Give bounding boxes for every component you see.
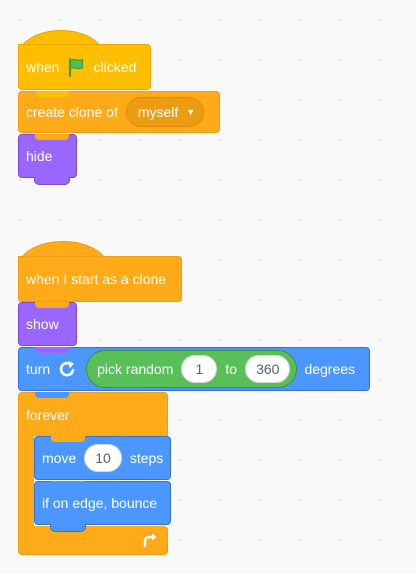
random-to-label: to [225,361,238,377]
clicked-label: clicked [93,59,137,75]
degrees-label: degrees [304,361,356,377]
move-label: move [42,450,77,466]
when-i-start-as-clone-block[interactable]: when I start as a clone [18,256,182,302]
turn-label: turn [26,361,51,377]
chevron-down-icon: ▼ [186,106,196,117]
when-flag-clicked-block[interactable]: when clicked [18,44,151,90]
forever-block-arm [18,434,34,528]
forever-block-footer[interactable] [18,526,168,555]
hide-label: hide [26,148,53,164]
steps-label: steps [129,450,164,466]
rotate-right-icon [58,359,78,379]
hide-block[interactable]: hide [18,134,77,178]
bounce-block-bottom-tab [50,524,86,532]
turn-right-block[interactable]: turn pick random 1 to 360 degrees [18,347,370,391]
random-from-input[interactable]: 1 [181,355,218,383]
move-steps-block[interactable]: move 10 steps [34,436,171,480]
clone-target-value: myself [137,104,179,120]
green-flag-icon [65,56,87,78]
clone-target-dropdown[interactable]: myself ▼ [125,97,205,127]
hide-block-bottom-tab [34,177,70,185]
pick-random-reporter[interactable]: pick random 1 to 360 [86,350,298,388]
create-clone-label: create clone of [26,104,118,120]
pick-random-label: pick random [97,361,174,377]
forever-block[interactable]: forever [18,392,168,436]
clone-hat-label: when I start as a clone [26,271,167,287]
code-workspace[interactable]: when clicked create clone of myself ▼ hi… [0,0,416,574]
move-steps-input[interactable]: 10 [84,444,122,472]
random-to-input[interactable]: 360 [245,355,291,383]
show-label: show [26,316,59,332]
forever-label: forever [26,406,70,423]
when-label: when [26,59,60,75]
loop-arrow-icon [141,531,159,554]
show-block[interactable]: show [18,302,77,346]
bounce-block[interactable]: if on edge, bounce [34,481,171,525]
create-clone-block[interactable]: create clone of myself ▼ [18,91,220,133]
bounce-label: if on edge, bounce [42,495,158,511]
